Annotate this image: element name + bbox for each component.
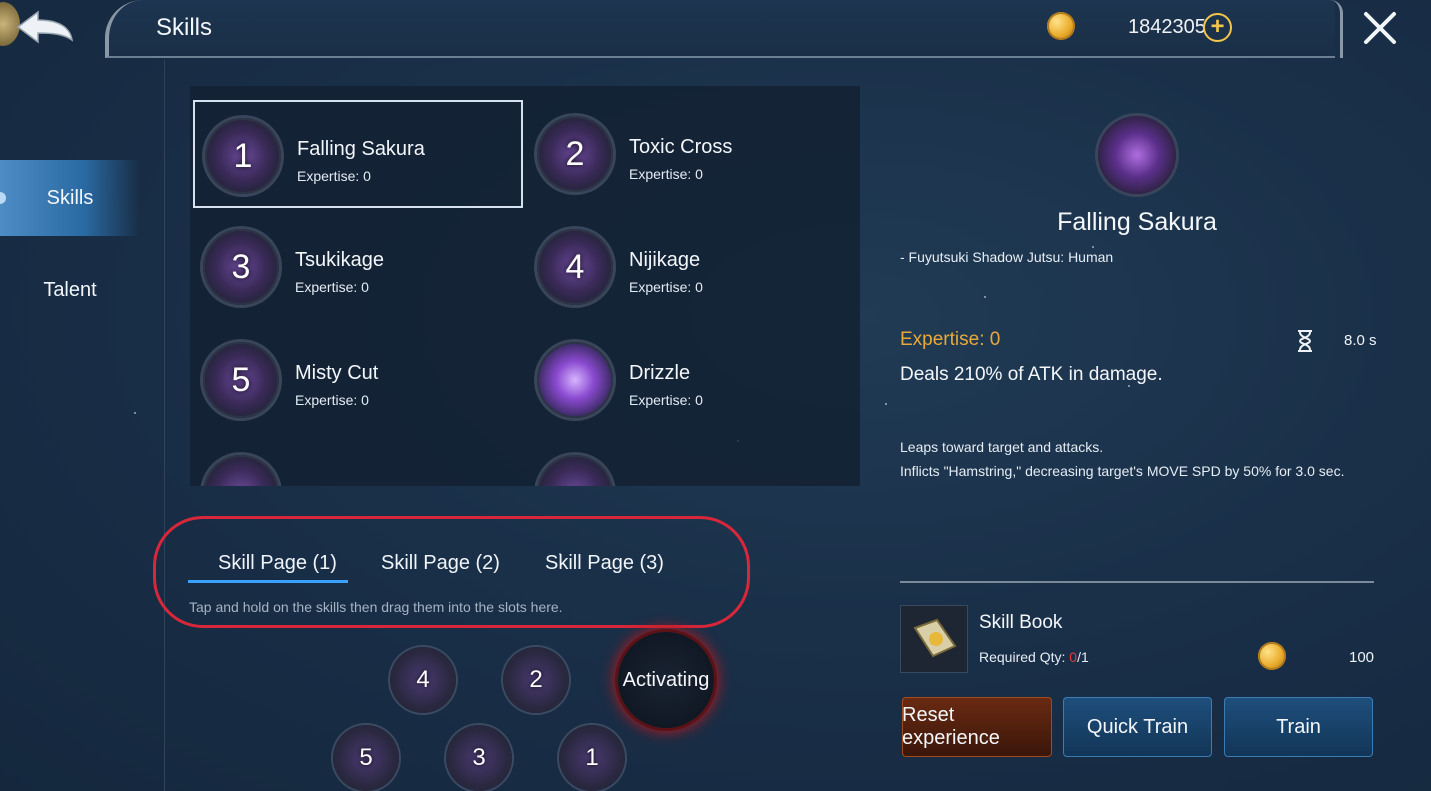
skill-name: Falling Sakura [297, 138, 425, 160]
gold-amount: 1842305 [1128, 16, 1206, 38]
active-tab-underline [188, 580, 348, 583]
misty-cut-skill-icon: 5 [203, 342, 279, 418]
skill-description: Leaps toward target and attacks. Inflict… [900, 435, 1344, 483]
left-nav: Skills Talent [0, 60, 165, 791]
skill-name: Nijikage [629, 249, 701, 271]
skill-number: 5 [231, 360, 251, 399]
skill-item-partial[interactable] [527, 439, 857, 486]
train-button[interactable]: Train [1224, 697, 1373, 757]
skill-item-partial[interactable] [193, 439, 523, 486]
skill-slot[interactable]: 3 [446, 725, 512, 791]
skill-expertise: Expertise: 0 [629, 166, 703, 182]
nav-item-talent[interactable]: Talent [0, 252, 140, 328]
skill-expertise: Expertise: 0 [629, 279, 703, 295]
divider [900, 581, 1374, 583]
nav-item-skills[interactable]: Skills [0, 160, 140, 236]
close-button[interactable] [1360, 8, 1400, 48]
selected-skill-icon [1098, 116, 1176, 194]
skill-item-toxic-cross[interactable]: 2 Toxic Cross Expertise: 0 [527, 100, 857, 208]
activating-slot[interactable]: Activating [618, 632, 714, 728]
tab-skill-page-3[interactable]: Skill Page (3) [545, 552, 664, 575]
nav-item-label: Skills [46, 186, 94, 209]
add-gold-button[interactable]: + [1203, 13, 1232, 42]
selected-skill-expertise: Expertise: 0 [900, 329, 1001, 350]
train-cost: 100 [1349, 649, 1375, 666]
skill-expertise: Expertise: 0 [629, 392, 703, 408]
skill-number: 4 [565, 247, 585, 286]
skill-item-nijikage[interactable]: 4 Nijikage Expertise: 0 [527, 213, 857, 321]
top-bar: Skills 1842305 + [0, 0, 1431, 60]
description-line: Leaps toward target and attacks. [900, 439, 1104, 455]
toxic-cross-skill-icon: 2 [537, 116, 613, 192]
selected-skill-subtitle: - Fuyutsuki Shadow Jutsu: Human [900, 249, 1114, 265]
skill-number [537, 342, 613, 418]
drizzle-skill-icon [537, 342, 613, 418]
required-label: Required Qty: [979, 649, 1070, 665]
skill-slot[interactable]: 2 [503, 647, 569, 713]
tab-skill-page-2[interactable]: Skill Page (2) [381, 552, 500, 575]
skill-name: Toxic Cross [629, 136, 733, 158]
tsukikage-skill-icon: 3 [203, 229, 279, 305]
skill-expertise: Expertise: 0 [297, 168, 371, 184]
skill-list[interactable]: 1 Falling Sakura Expertise: 0 2 Toxic Cr… [190, 86, 860, 486]
skill-slot[interactable]: 4 [390, 647, 456, 713]
page-title: Skills [156, 14, 213, 41]
skill-name: Drizzle [629, 362, 691, 384]
nav-item-label: Talent [43, 278, 97, 301]
description-line: Inflicts "Hamstring," decreasing target'… [900, 463, 1345, 479]
back-button[interactable] [0, 0, 90, 54]
skill-number: 3 [231, 247, 251, 286]
skill-slot[interactable]: 1 [559, 725, 625, 791]
skill-icon [203, 455, 279, 486]
book-icon [913, 618, 957, 658]
owned-qty: 0 [1069, 649, 1078, 665]
skill-name: Tsukikage [295, 249, 384, 271]
drag-hint: Tap and hold on the skills then drag the… [189, 599, 563, 615]
plus-icon: + [1210, 13, 1225, 40]
skill-item-misty-cut[interactable]: 5 Misty Cut Expertise: 0 [193, 326, 523, 434]
skill-item-falling-sakura[interactable]: 1 Falling Sakura Expertise: 0 [193, 100, 523, 208]
gold-coin-icon [1258, 642, 1286, 670]
damage-text: Deals 210% of ATK in damage. [900, 364, 1163, 385]
active-indicator-icon [0, 192, 6, 204]
skill-item-drizzle[interactable]: Drizzle Expertise: 0 [527, 326, 857, 434]
skill-number: 1 [233, 136, 253, 175]
skill-slot[interactable]: 5 [333, 725, 399, 791]
skill-expertise: Expertise: 0 [295, 279, 369, 295]
selected-skill-name: Falling Sakura [1057, 208, 1217, 236]
falling-sakura-skill-icon: 1 [205, 118, 281, 194]
skill-book-icon [900, 605, 968, 673]
skill-item-tsukikage[interactable]: 3 Tsukikage Expertise: 0 [193, 213, 523, 321]
skill-name: Misty Cut [295, 362, 379, 384]
tab-skill-page-1[interactable]: Skill Page (1) [218, 552, 337, 575]
skill-icon [537, 455, 613, 486]
skill-expertise: Expertise: 0 [295, 392, 369, 408]
hourglass-icon [1298, 330, 1312, 352]
needed-qty: /1 [1077, 649, 1089, 665]
quick-train-button[interactable]: Quick Train [1063, 697, 1212, 757]
close-icon [1364, 12, 1396, 44]
back-arrow-icon [16, 10, 74, 44]
gold-coin-icon [1047, 12, 1075, 40]
required-qty: Required Qty: 0/1 [979, 649, 1089, 665]
skill-book-name: Skill Book [979, 612, 1063, 633]
reset-experience-button[interactable]: Reset experience [902, 697, 1052, 757]
nijikage-skill-icon: 4 [537, 229, 613, 305]
cooldown-time: 8.0 s [1344, 332, 1377, 349]
skill-number: 2 [565, 134, 585, 173]
